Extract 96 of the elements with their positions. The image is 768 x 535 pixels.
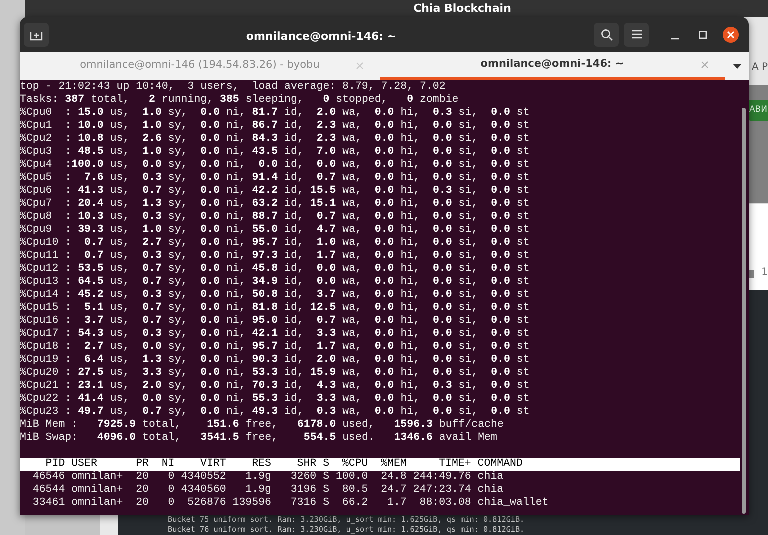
- terminal-line: %Cpu16 : 3.7 us, 0.7 sy, 0.0 ni, 95.0 id, 0.7 wa, 0.0 hi, 0.0 si, 0.0 st: [20, 315, 531, 328]
- table-cell-text: 3260: [290, 471, 317, 484]
- maximize-icon: [699, 30, 707, 38]
- close-icon: [727, 30, 735, 38]
- search-button[interactable]: [594, 22, 619, 46]
- terminal-line: %Cpu23 : 49.7 us, 0.7 sy, 0.0 ni, 49.3 id, 0.3 wa, 0.0 hi, 0.0 si, 0.0 st: [20, 406, 531, 419]
- table-cell: S: [323, 497, 330, 510]
- terminal-line: top - 21:02:43 up 10:40, 3 users, load average: 8.79, 7.28, 7.02: [20, 81, 447, 94]
- table-cell-text: 20: [135, 471, 149, 484]
- table-cell: 4340552: [181, 471, 226, 484]
- terminal-line: %Cpu9 : 39.3 us, 1.0 sy, 0.0 ni, 55.0 id, 4.7 wa, 0.0 hi, 0.0 si, 0.0 st: [20, 224, 531, 237]
- table-cell: omnilan+: [72, 471, 124, 484]
- column-header: SHR: [296, 458, 317, 471]
- terminal-line: %Cpu11 : 0.7 us, 0.3 sy, 0.0 ni, 97.3 id, 1.7 wa, 0.0 hi, 0.0 si, 0.0 st: [20, 250, 531, 263]
- window-title: omnilance@omni-146: ~: [246, 30, 397, 42]
- minimize-icon: [671, 38, 679, 40]
- caret-icon: [732, 64, 742, 68]
- table-cell: chia_wallet: [478, 497, 549, 510]
- column-header: PID: [44, 458, 66, 471]
- table-cell-text: 1.7: [386, 497, 407, 510]
- column-header: RES: [251, 458, 272, 471]
- menu-icon: [632, 30, 642, 39]
- terminal-line: %Cpu20 : 27.5 us, 3.3 sy, 0.0 ni, 53.3 id, 15.9 wa, 0.0 hi, 0.0 si, 0.0 st: [20, 367, 531, 380]
- column-header: S: [323, 458, 330, 471]
- scrollbar-thumb[interactable]: [742, 108, 746, 514]
- table-cell-text: 46544: [32, 484, 66, 497]
- search-icon: [600, 28, 612, 40]
- table-cell-text: 20: [135, 484, 149, 497]
- counter-text: 1: [762, 268, 768, 278]
- terminal-line: %Cpu21 : 23.1 us, 2.0 sy, 0.0 ni, 70.3 id, 4.3 wa, 0.0 hi, 0.3 si, 0.0 st: [20, 380, 531, 393]
- table-cell: S: [323, 484, 330, 497]
- table-cell-text: 20: [135, 497, 149, 510]
- column-header: VIRT: [200, 458, 226, 471]
- terminal-line: %Cpu7 : 20.4 us, 1.3 sy, 0.0 ni, 63.2 id, 15.1 wa, 0.0 hi, 0.0 si, 0.0 st: [20, 198, 531, 211]
- table-cell: 139596: [232, 497, 272, 510]
- terminal-line: %Cpu22 : 41.4 us, 0.0 sy, 0.0 ni, 55.3 id, 3.3 wa, 0.0 hi, 0.0 si, 0.0 st: [20, 393, 531, 406]
- column-header: NI: [160, 458, 175, 471]
- terminal-line: %Cpu12 : 53.5 us, 0.7 sy, 0.0 ni, 45.8 id, 0.0 wa, 0.0 hi, 0.0 si, 0.0 st: [20, 263, 531, 276]
- terminal-line: %Cpu5 : 7.6 us, 0.3 sy, 0.0 ni, 91.4 id, 0.7 wa, 0.0 hi, 0.0 si, 0.0 st: [20, 172, 531, 185]
- terminal-line: %Cpu1 : 10.0 us, 1.0 sy, 0.0 ni, 86.7 id, 2.3 wa, 0.0 hi, 0.0 si, 0.0 st: [20, 120, 531, 133]
- table-cell-text: 1.9g: [244, 484, 272, 497]
- table-cell: chia: [478, 471, 504, 484]
- terminal-tab[interactable]: omnilance@omni-146 (194.54.83.26) - byobu: [20, 52, 380, 80]
- tabs-menu-button[interactable]: [732, 64, 742, 68]
- terminal-line: %Cpu15 : 5.1 us, 0.7 sy, 0.0 ni, 81.8 id, 12.5 wa, 0.0 hi, 0.0 si, 0.0 st: [20, 302, 531, 315]
- table-cell-text: 80.5: [341, 484, 368, 497]
- table-cell-text: 7316: [290, 497, 317, 510]
- table-cell-text: 33461: [32, 497, 66, 510]
- table-cell-text: 24.7: [380, 484, 407, 497]
- terminal-line: %Cpu6 : 41.3 us, 0.7 sy, 0.0 ni, 42.2 id, 15.5 wa, 0.0 hi, 0.3 si, 0.0 st: [20, 185, 531, 198]
- terminal-line: %Cpu0 : 15.0 us, 1.0 sy, 0.0 ni, 81.7 id, 2.0 wa, 0.0 hi, 0.3 si, 0.0 st: [20, 107, 531, 120]
- new-tab-button[interactable]: [24, 22, 49, 46]
- column-header: PR: [135, 458, 149, 471]
- app-title: Chia Blockchain: [414, 3, 512, 14]
- table-cell: chia: [478, 484, 504, 497]
- column-header: TIME+: [438, 458, 472, 471]
- column-header: COMMAND: [478, 458, 523, 471]
- terminal-line: MiB Swap: 4096.0 total, 3541.5 free, 554.5 used. 1346.6 avail Mem: [20, 432, 498, 445]
- table-cell-text: 526876: [186, 497, 226, 510]
- table-cell-text: 1.9g: [244, 471, 272, 484]
- close-icon: [701, 60, 709, 68]
- terminal-line: %Cpu10 : 0.7 us, 2.7 sy, 0.0 ni, 95.7 id, 1.0 wa, 0.0 hi, 0.0 si, 0.0 st: [20, 237, 531, 250]
- terminal-line: %Cpu13 : 64.5 us, 0.7 sy, 0.0 ni, 34.9 id, 0.0 wa, 0.0 hi, 0.0 si, 0.0 st: [20, 276, 531, 289]
- column-header: USER: [72, 458, 98, 471]
- table-cell-text: 0: [167, 497, 175, 510]
- terminal-line: %Cpu8 : 10.3 us, 0.3 sy, 0.0 ni, 88.7 id, 0.7 wa, 0.0 hi, 0.0 si, 0.0 st: [20, 211, 531, 224]
- terminal-line: MiB Mem : 7925.9 total, 151.6 free, 6178.0 used, 1596.3 buff/cache: [20, 419, 505, 432]
- table-cell-text: 24.8: [380, 471, 407, 484]
- terminal-line: %Cpu2 : 10.8 us, 2.6 sy, 0.0 ni, 84.3 id, 2.3 wa, 0.0 hi, 0.0 si, 0.0 st: [20, 133, 531, 146]
- table-cell: S: [323, 471, 330, 484]
- close-button[interactable]: [723, 26, 739, 42]
- table-cell: 247:23.74: [413, 484, 472, 497]
- terminal-line: %Cpu18 : 2.7 us, 0.0 sy, 0.0 ni, 95.7 id, 1.7 wa, 0.0 hi, 0.0 si, 0.0 st: [20, 341, 531, 354]
- action-button[interactable]: АВИ: [749, 100, 768, 120]
- table-cell-text: 0: [167, 484, 175, 497]
- menu-button[interactable]: [624, 22, 649, 46]
- column-header: %MEM: [380, 458, 407, 471]
- table-cell-text: 3196: [290, 484, 317, 497]
- terminal-line: %Cpu17 : 54.3 us, 0.3 sy, 0.0 ni, 42.1 id, 3.3 wa, 0.0 hi, 0.0 si, 0.0 st: [20, 328, 531, 341]
- table-cell: 4340560: [181, 484, 226, 497]
- table-cell-text: 46546: [32, 471, 66, 484]
- table-cell: 244:49.76: [413, 471, 472, 484]
- table-cell: omnilan+: [72, 497, 124, 510]
- column-header: %CPU: [341, 458, 368, 471]
- table-cell-text: 66.2: [341, 497, 368, 510]
- table-cell: omnilan+: [72, 484, 124, 497]
- terminal-line: %Cpu3 : 48.5 us, 1.0 sy, 0.0 ni, 43.5 id, 7.0 wa, 0.0 hi, 0.0 si, 0.0 st: [20, 146, 531, 159]
- header-text: A P: [752, 63, 768, 73]
- table-cell-text: 0: [167, 471, 175, 484]
- terminal-line: %Cpu4 :100.0 us, 0.0 sy, 0.0 ni, 0.0 id, 0.0 wa, 0.0 hi, 0.0 si, 0.0 st: [20, 159, 531, 172]
- terminal-line: %Cpu19 : 6.4 us, 1.3 sy, 0.0 ni, 90.3 id, 2.0 wa, 0.0 hi, 0.0 si, 0.0 st: [20, 354, 531, 367]
- terminal-line: Tasks: 387 total, 2 running, 385 sleeping, 0 stopped, 0 zombie: [20, 94, 460, 107]
- close-icon: [356, 62, 364, 70]
- table-cell: 100.0: [336, 471, 368, 484]
- table-cell-text: 88:03.08: [418, 497, 472, 510]
- terminal-line: %Cpu14 : 45.2 us, 0.3 sy, 0.0 ni, 50.8 id, 3.7 wa, 0.0 hi, 0.0 si, 0.0 st: [20, 289, 531, 302]
